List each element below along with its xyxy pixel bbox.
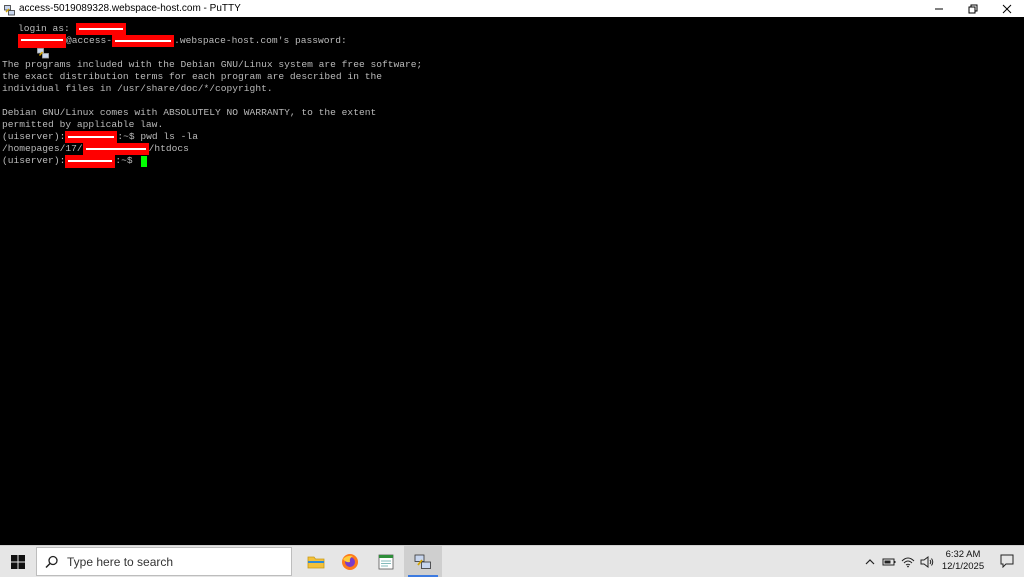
info-line-5: permitted by applicable law. xyxy=(2,119,164,130)
redacted-prompt-user xyxy=(65,131,118,143)
terminal-cursor xyxy=(141,155,148,167)
password-end: .webspace-host.com's password: xyxy=(174,35,347,46)
command-line: (uiserver): :~$ pwd ls -la xyxy=(2,131,198,143)
notification-icon xyxy=(1000,554,1014,569)
speaker-icon xyxy=(920,555,934,568)
putty-icon xyxy=(414,554,431,569)
redacted-username xyxy=(75,23,126,35)
terminal-area[interactable]: login as: @access- .webspace-host.com's p… xyxy=(0,17,1024,545)
battery-icon xyxy=(882,558,896,565)
prompt-prefix: (uiserver): xyxy=(2,131,66,142)
file-explorer-icon xyxy=(307,556,325,569)
password-line: @access- .webspace-host.com's password: xyxy=(2,34,347,58)
current-prompt-line: (uiserver): :~$ xyxy=(2,154,148,168)
info-line-2: the exact distribution terms for each pr… xyxy=(2,71,382,82)
path-output-line: /homepages/17/ /htdocs xyxy=(2,143,189,155)
window-title-bar[interactable]: access-5019089328.webspace-host.com - Pu… xyxy=(0,0,1024,17)
path-start: /homepages/17/ xyxy=(2,143,83,154)
taskbar-search-box[interactable]: Type here to search xyxy=(36,547,292,576)
clock-time: 6:32 AM xyxy=(945,549,981,560)
battery-tray-button[interactable] xyxy=(880,546,898,577)
password-mid: @access- xyxy=(66,35,113,46)
show-hidden-icons-button[interactable] xyxy=(862,546,878,577)
minimize-button[interactable] xyxy=(922,0,956,17)
taskbar-file-explorer[interactable] xyxy=(297,546,335,577)
taskbar-clock[interactable]: 6:32 AM 12/1/2025 xyxy=(940,549,986,573)
info-line-4: Debian GNU/Linux comes with ABSOLUTELY N… xyxy=(2,107,377,118)
notification-center-button[interactable] xyxy=(1000,554,1014,573)
search-icon xyxy=(45,555,58,568)
putty-session-icon xyxy=(2,36,49,58)
volume-tray-button[interactable] xyxy=(918,546,936,577)
firefox-icon xyxy=(342,553,358,570)
redacted-host-id xyxy=(112,35,175,47)
network-tray-button[interactable] xyxy=(899,546,917,577)
taskbar: Type here to search 6:32 AM 12/1/2025 xyxy=(0,545,1024,577)
putty-app-icon[interactable] xyxy=(4,3,15,16)
restore-button[interactable] xyxy=(956,0,990,17)
prompt-suffix: :~$ xyxy=(115,155,139,166)
chevron-up-icon xyxy=(865,558,875,564)
redacted-path xyxy=(82,143,149,155)
prompt-prefix: (uiserver): xyxy=(2,155,66,166)
command-text: pwd ls -la xyxy=(140,131,198,142)
close-button[interactable] xyxy=(990,0,1024,17)
taskbar-notepad[interactable] xyxy=(367,546,405,577)
prompt-suffix: :~$ xyxy=(117,131,141,142)
close-icon xyxy=(1002,4,1012,13)
taskbar-firefox[interactable] xyxy=(331,546,369,577)
notepad-icon xyxy=(378,554,394,570)
redacted-prompt-user xyxy=(65,154,116,168)
windows-logo-icon xyxy=(11,554,25,569)
search-placeholder: Type here to search xyxy=(67,554,174,569)
minimize-icon xyxy=(935,8,943,9)
redacted-user xyxy=(18,34,66,48)
wifi-icon xyxy=(901,557,915,567)
taskbar-putty[interactable] xyxy=(404,546,442,577)
info-line-1: The programs included with the Debian GN… xyxy=(2,59,423,70)
path-end: /htdocs xyxy=(148,143,189,154)
putty-session-icon xyxy=(2,24,49,46)
clock-date: 12/1/2025 xyxy=(941,561,985,572)
start-button[interactable] xyxy=(0,546,36,577)
restore-icon xyxy=(968,4,978,13)
window-title: access-5019089328.webspace-host.com - Pu… xyxy=(19,3,241,14)
info-line-3: individual files in /usr/share/doc/*/cop… xyxy=(2,83,273,94)
